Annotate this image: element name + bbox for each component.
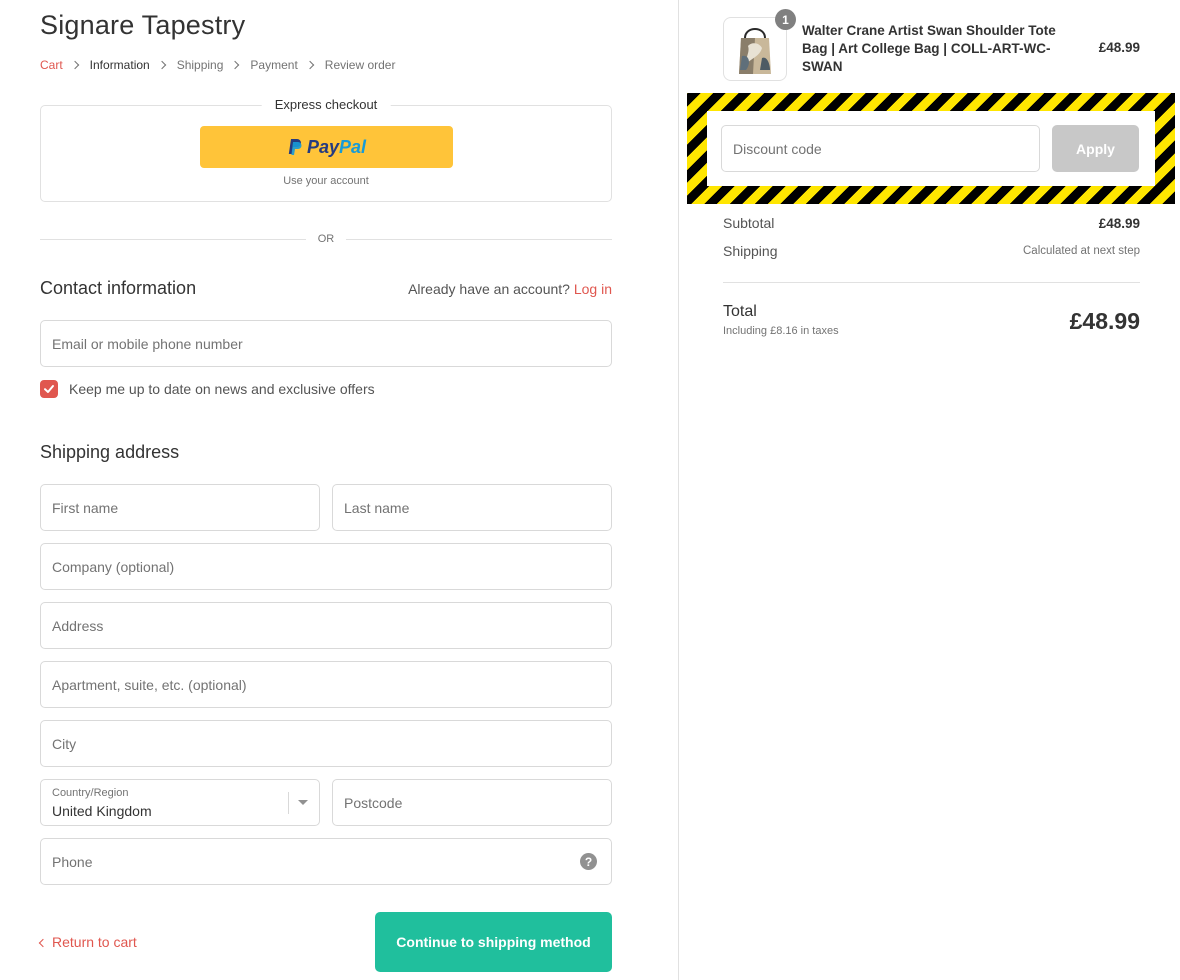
paypal-wordmark-pay: Pay	[306, 136, 339, 157]
chevron-right-icon	[157, 60, 166, 70]
city-placeholder: City	[52, 736, 77, 752]
shipping-row: Shipping Calculated at next step	[723, 243, 1140, 259]
breadcrumb: Cart Information Shipping Payment Review…	[40, 58, 395, 72]
shipping-value: Calculated at next step	[1023, 245, 1140, 257]
address-placeholder: Address	[52, 618, 104, 634]
phone-field[interactable]: Phone ?	[40, 838, 612, 885]
login-link[interactable]: Log in	[574, 281, 612, 297]
help-icon[interactable]: ?	[580, 853, 597, 870]
express-checkout-box: Express checkout Pay Pal Use your account	[40, 97, 612, 202]
breadcrumb-shipping: Shipping	[176, 58, 224, 72]
discount-code-input[interactable]: Discount code	[721, 125, 1040, 172]
paypal-button[interactable]: Pay Pal	[200, 126, 453, 168]
newsletter-label: Keep me up to date on news and exclusive…	[69, 381, 375, 397]
paypal-logo: Pay Pal	[287, 137, 366, 158]
product-price: £48.99	[1098, 40, 1140, 55]
discount-placeholder: Discount code	[733, 141, 822, 157]
breadcrumb-cart[interactable]: Cart	[40, 58, 63, 72]
chevron-right-icon	[305, 60, 315, 70]
last-name-placeholder: Last name	[344, 500, 410, 516]
country-label: Country/Region	[52, 787, 129, 799]
divider-line	[346, 239, 612, 240]
chevron-right-icon	[231, 60, 240, 70]
address-field[interactable]: Address	[40, 602, 612, 649]
country-value: United Kingdom	[52, 803, 152, 819]
company-field[interactable]: Company (optional)	[40, 543, 612, 590]
summary-divider	[723, 282, 1140, 283]
quantity-badge: 1	[775, 9, 796, 30]
account-prompt: Already have an account? Log in	[408, 281, 612, 297]
first-name-placeholder: First name	[52, 500, 119, 516]
return-to-cart-label: Return to cart	[52, 934, 137, 950]
chevron-right-icon	[70, 60, 79, 70]
apply-discount-button[interactable]: Apply	[1052, 125, 1139, 172]
subtotal-value: £48.99	[1098, 215, 1140, 231]
return-to-cart-link[interactable]: Return to cart	[38, 934, 137, 950]
or-divider: OR	[40, 233, 612, 247]
breadcrumb-information: Information	[89, 58, 150, 72]
country-select[interactable]: Country/Region United Kingdom	[40, 779, 320, 826]
breadcrumb-payment: Payment	[250, 58, 298, 72]
subtotal-label: Subtotal	[723, 215, 775, 231]
discount-highlight-frame: Discount code Apply	[687, 93, 1175, 204]
product-thumbnail: 1	[723, 9, 796, 81]
order-summary: 1 Walter Crane Artist Swan Shoulder Tote…	[678, 0, 1180, 980]
company-placeholder: Company (optional)	[52, 559, 175, 575]
breadcrumb-review-order: Review order	[324, 58, 396, 72]
continue-to-shipping-button[interactable]: Continue to shipping method	[375, 912, 612, 972]
postcode-field[interactable]: Postcode	[332, 779, 612, 826]
paypal-note: Use your account	[283, 175, 369, 187]
apartment-placeholder: Apartment, suite, etc. (optional)	[52, 677, 247, 693]
shipping-address-title: Shipping address	[40, 442, 180, 462]
last-name-field[interactable]: Last name	[332, 484, 612, 531]
store-logo[interactable]: Signare Tapestry	[40, 10, 245, 41]
contact-information-title: Contact information	[40, 278, 197, 298]
newsletter-checkbox[interactable]	[40, 380, 58, 398]
check-icon	[44, 385, 54, 393]
total-value: £48.99	[1069, 308, 1140, 334]
first-name-field[interactable]: First name	[40, 484, 320, 531]
caret-down-icon	[298, 800, 308, 805]
chevron-left-icon	[38, 938, 48, 947]
email-placeholder: Email or mobile phone number	[52, 336, 243, 352]
email-field[interactable]: Email or mobile phone number	[40, 320, 612, 367]
checkout-main: Signare Tapestry Cart Information Shippi…	[0, 0, 678, 980]
discount-area: Discount code Apply	[707, 111, 1155, 186]
select-divider	[288, 792, 289, 814]
tax-note: Including £8.16 in taxes	[723, 325, 839, 337]
tote-bag-image	[739, 28, 771, 74]
newsletter-row: Keep me up to date on news and exclusive…	[40, 380, 375, 398]
express-checkout-title: Express checkout	[261, 97, 391, 112]
account-prompt-text: Already have an account?	[408, 281, 570, 297]
total-label: Total	[723, 303, 757, 320]
shipping-label: Shipping	[723, 243, 778, 259]
subtotal-row: Subtotal £48.99	[723, 215, 1140, 231]
city-field[interactable]: City	[40, 720, 612, 767]
paypal-wordmark-pal: Pal	[339, 136, 367, 157]
paypal-icon	[288, 139, 302, 155]
apartment-field[interactable]: Apartment, suite, etc. (optional)	[40, 661, 612, 708]
phone-placeholder: Phone	[52, 854, 93, 870]
postcode-placeholder: Postcode	[344, 795, 403, 811]
product-name: Walter Crane Artist Swan Shoulder Tote B…	[802, 23, 1056, 74]
